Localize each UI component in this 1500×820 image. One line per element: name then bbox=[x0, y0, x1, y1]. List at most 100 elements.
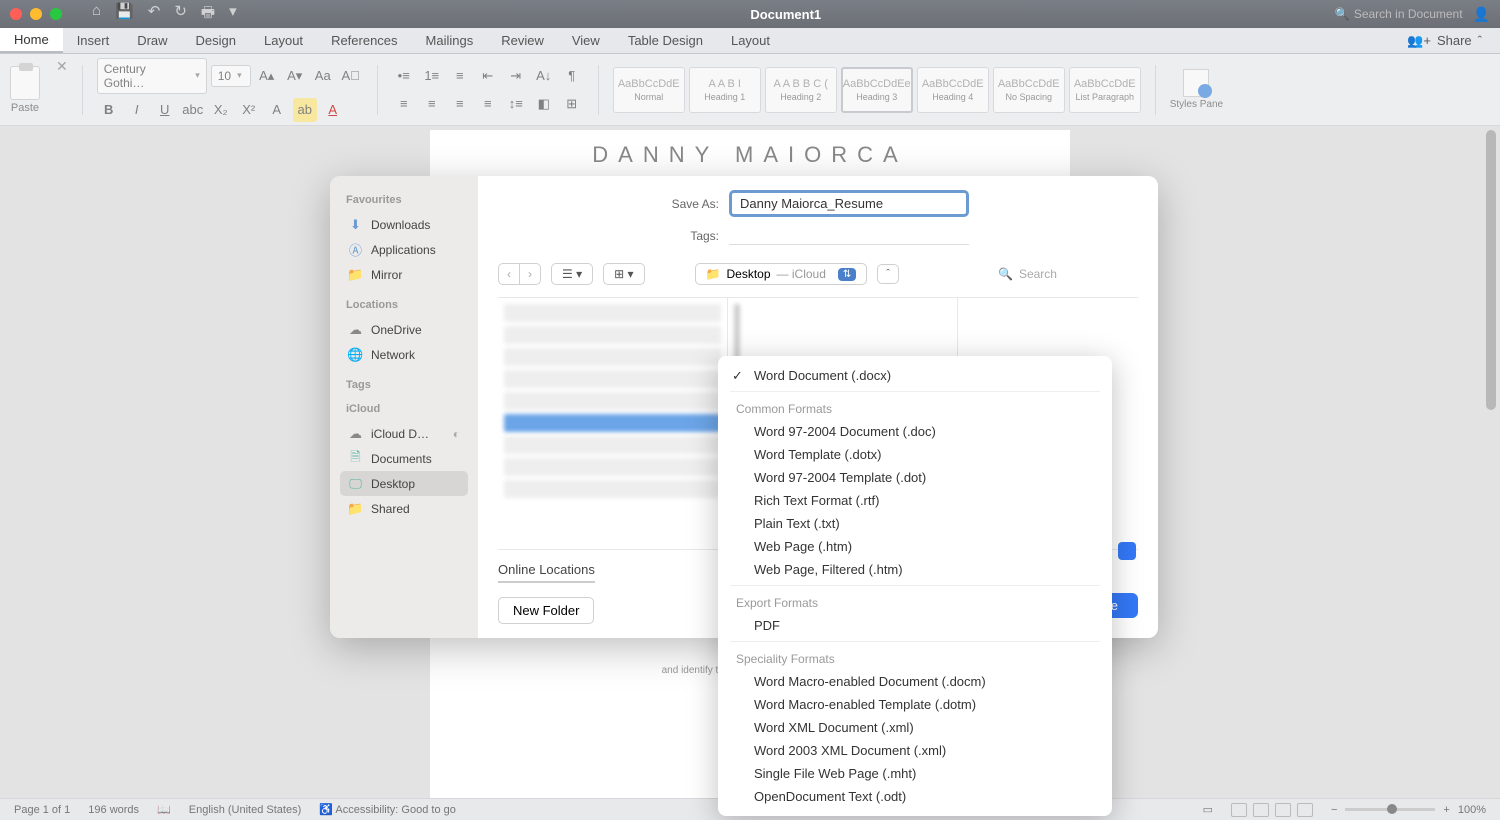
tags-input[interactable] bbox=[729, 227, 969, 245]
redo-icon[interactable]: ↻ bbox=[174, 2, 187, 27]
align-right-icon[interactable]: ≡ bbox=[448, 92, 472, 116]
vertical-scrollbar[interactable] bbox=[1486, 130, 1496, 410]
superscript-button[interactable]: X² bbox=[237, 98, 261, 122]
finder-search[interactable]: 🔍 Search bbox=[998, 267, 1138, 282]
underline-button[interactable]: U bbox=[153, 98, 177, 122]
sidebar-item-network[interactable]: 🌐Network bbox=[340, 342, 468, 367]
text-effects-icon[interactable]: A bbox=[265, 98, 289, 122]
sidebar-item-downloads[interactable]: ⬇Downloads bbox=[340, 212, 468, 237]
tab-layout[interactable]: Layout bbox=[250, 28, 317, 53]
view-grid-button[interactable]: ⊞ ▾ bbox=[603, 263, 644, 285]
styles-pane-button[interactable]: Styles Pane bbox=[1170, 69, 1223, 110]
format-option-htm-filtered[interactable]: Web Page, Filtered (.htm) bbox=[718, 558, 1112, 581]
sidebar-item-mirror[interactable]: 📁Mirror bbox=[340, 262, 468, 287]
browser-column-1[interactable] bbox=[498, 298, 728, 549]
font-name-select[interactable]: Century Gothi… bbox=[97, 58, 207, 94]
numbering-icon[interactable]: 1≡ bbox=[420, 64, 444, 88]
format-option-dotm[interactable]: Word Macro-enabled Template (.dotm) bbox=[718, 693, 1112, 716]
format-option-docm[interactable]: Word Macro-enabled Document (.docm) bbox=[718, 670, 1112, 693]
italic-button[interactable]: I bbox=[125, 98, 149, 122]
tab-table-design[interactable]: Table Design bbox=[614, 28, 717, 53]
search-document[interactable]: 🔍 Search in Document bbox=[1335, 7, 1463, 21]
paste-icon[interactable] bbox=[10, 66, 40, 100]
tab-insert[interactable]: Insert bbox=[63, 28, 124, 53]
style-no-spacing[interactable]: AaBbCcDdENo Spacing bbox=[993, 67, 1065, 113]
location-picker[interactable]: 📁 Desktop — iCloud ⇅ bbox=[695, 263, 868, 285]
online-locations-button[interactable]: Online Locations bbox=[498, 562, 595, 583]
style-heading4[interactable]: AaBbCcDdEHeading 4 bbox=[917, 67, 989, 113]
word-count[interactable]: 196 words bbox=[88, 804, 139, 816]
style-list-paragraph[interactable]: AaBbCcDdEList Paragraph bbox=[1069, 67, 1141, 113]
chevron-up-icon[interactable]: ˆ bbox=[1478, 33, 1482, 48]
zoom-level[interactable]: 100% bbox=[1458, 804, 1486, 816]
increase-font-icon[interactable]: A▴ bbox=[255, 64, 279, 88]
decrease-font-icon[interactable]: A▾ bbox=[283, 64, 307, 88]
sidebar-item-icloud-drive[interactable]: ☁iCloud D…◐ bbox=[340, 421, 468, 446]
change-case-icon[interactable]: Aa bbox=[311, 64, 335, 88]
increase-indent-icon[interactable]: ⇥ bbox=[504, 64, 528, 88]
undo-icon[interactable]: ↶ bbox=[148, 2, 161, 27]
bold-button[interactable]: B bbox=[97, 98, 121, 122]
back-button[interactable]: ‹ bbox=[499, 264, 520, 284]
print-layout-icon[interactable] bbox=[1231, 803, 1247, 817]
multilevel-icon[interactable]: ≡ bbox=[448, 64, 472, 88]
zoom-in-button[interactable]: + bbox=[1443, 804, 1449, 816]
home-icon[interactable]: ⌂ bbox=[92, 2, 101, 27]
language-indicator[interactable]: English (United States) bbox=[189, 804, 302, 816]
format-option-rtf[interactable]: Rich Text Format (.rtf) bbox=[718, 489, 1112, 512]
forward-button[interactable]: › bbox=[520, 264, 540, 284]
view-columns-button[interactable]: ☰ ▾ bbox=[551, 263, 593, 285]
focus-mode-icon[interactable]: ▭ bbox=[1203, 803, 1213, 816]
save-icon[interactable]: 💾 bbox=[115, 2, 134, 27]
align-center-icon[interactable]: ≡ bbox=[420, 92, 444, 116]
align-left-icon[interactable]: ≡ bbox=[392, 92, 416, 116]
format-option-txt[interactable]: Plain Text (.txt) bbox=[718, 512, 1112, 535]
zoom-slider[interactable] bbox=[1345, 808, 1435, 811]
close-window[interactable] bbox=[10, 8, 22, 20]
print-icon[interactable]: 🖶 bbox=[201, 2, 215, 27]
format-option-xml2003[interactable]: Word 2003 XML Document (.xml) bbox=[718, 739, 1112, 762]
tab-home[interactable]: Home bbox=[0, 28, 63, 53]
web-layout-icon[interactable] bbox=[1253, 803, 1269, 817]
font-color-icon[interactable]: A bbox=[321, 98, 345, 122]
tab-layout2[interactable]: Layout bbox=[717, 28, 784, 53]
sidebar-item-shared[interactable]: 📁Shared bbox=[340, 496, 468, 521]
clear-format-icon[interactable]: A⃠ bbox=[339, 64, 363, 88]
spellcheck-icon[interactable]: 📖 bbox=[157, 803, 171, 816]
format-option-dot[interactable]: Word 97-2004 Template (.dot) bbox=[718, 466, 1112, 489]
new-folder-button[interactable]: New Folder bbox=[498, 597, 594, 624]
format-option-dotx[interactable]: Word Template (.dotx) bbox=[718, 443, 1112, 466]
maximize-window[interactable] bbox=[50, 8, 62, 20]
user-icon[interactable]: 👤 bbox=[1473, 6, 1490, 23]
format-option-pdf[interactable]: PDF bbox=[718, 614, 1112, 637]
justify-icon[interactable]: ≡ bbox=[476, 92, 500, 116]
cut-icon[interactable]: ✕ bbox=[56, 58, 68, 75]
format-option-doc[interactable]: Word 97-2004 Document (.doc) bbox=[718, 420, 1112, 443]
paragraph-marks-icon[interactable]: ¶ bbox=[560, 64, 584, 88]
format-option-htm[interactable]: Web Page (.htm) bbox=[718, 535, 1112, 558]
tab-design[interactable]: Design bbox=[182, 28, 250, 53]
shading-icon[interactable]: ◧ bbox=[532, 92, 556, 116]
file-format-button-edge[interactable] bbox=[1118, 542, 1136, 560]
highlight-icon[interactable]: ab bbox=[293, 98, 317, 122]
format-option-xml[interactable]: Word XML Document (.xml) bbox=[718, 716, 1112, 739]
zoom-out-button[interactable]: − bbox=[1331, 804, 1337, 816]
strike-button[interactable]: abc bbox=[181, 98, 205, 122]
style-heading1[interactable]: A A B IHeading 1 bbox=[689, 67, 761, 113]
sidebar-item-applications[interactable]: ⒶApplications bbox=[340, 237, 468, 262]
format-option-docx[interactable]: Word Document (.docx) bbox=[718, 364, 1112, 387]
subscript-button[interactable]: X₂ bbox=[209, 98, 233, 122]
more-icon[interactable]: ▾ bbox=[229, 2, 237, 27]
borders-icon[interactable]: ⊞ bbox=[560, 92, 584, 116]
collapse-button[interactable]: ˆ bbox=[877, 264, 899, 284]
decrease-indent-icon[interactable]: ⇤ bbox=[476, 64, 500, 88]
sidebar-item-desktop[interactable]: 🖵Desktop bbox=[340, 471, 468, 496]
tab-mailings[interactable]: Mailings bbox=[412, 28, 488, 53]
share-button[interactable]: 👥+ Share ˆ bbox=[1389, 28, 1500, 53]
tab-references[interactable]: References bbox=[317, 28, 411, 53]
format-option-odt[interactable]: OpenDocument Text (.odt) bbox=[718, 785, 1112, 808]
format-option-mht[interactable]: Single File Web Page (.mht) bbox=[718, 762, 1112, 785]
page-indicator[interactable]: Page 1 of 1 bbox=[14, 804, 70, 816]
style-normal[interactable]: AaBbCcDdENormal bbox=[613, 67, 685, 113]
outline-icon[interactable] bbox=[1275, 803, 1291, 817]
